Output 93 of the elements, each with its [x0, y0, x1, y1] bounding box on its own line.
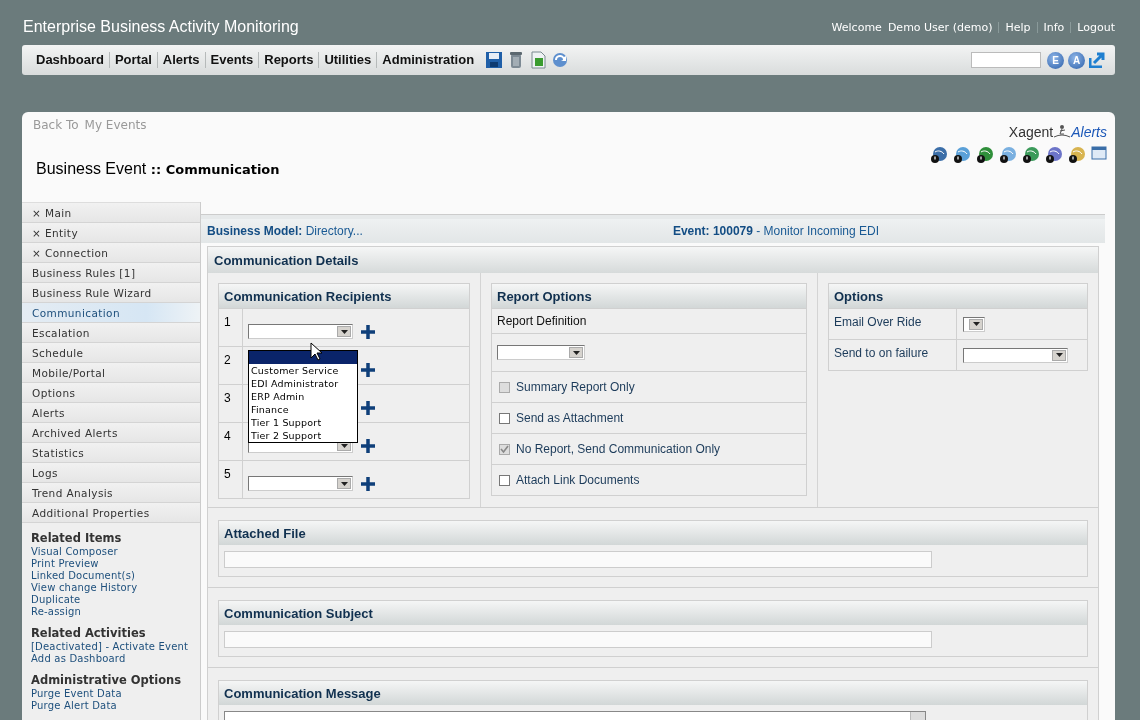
business-model-text: Business Model: Directory...: [207, 224, 363, 238]
panel-header: Report Options: [492, 284, 806, 308]
user-name: Demo User (demo): [887, 20, 993, 34]
sidebar-link[interactable]: Add as Dashboard: [31, 653, 126, 665]
event-text: Event: 100079 - Monitor Incoming EDI: [672, 224, 879, 238]
sidebar-link[interactable]: Purge Event Data: [31, 688, 122, 700]
panel-header: Communication Message: [219, 681, 1087, 705]
refresh-icon[interactable]: [551, 51, 570, 69]
section-heading: Administrative Options: [31, 673, 183, 687]
checkbox-label: Attach Link Documents: [516, 473, 640, 487]
plus-icon[interactable]: [361, 362, 375, 377]
dropdown-option[interactable]: Tier 2 Support: [249, 429, 357, 442]
field-label: Email Over Ride: [829, 309, 957, 339]
caret-icon: [969, 318, 983, 330]
section-header: Communication Details: [208, 247, 1098, 273]
plus-icon[interactable]: [361, 438, 375, 453]
field-label: Report Definition: [492, 308, 806, 333]
text-field[interactable]: [224, 631, 932, 648]
caret-icon: [337, 478, 351, 489]
dropdown-field[interactable]: [497, 345, 585, 360]
globe-alert-icon[interactable]: [1022, 146, 1041, 164]
field-label: Send to on failure: [829, 340, 957, 370]
dropdown-field[interactable]: [963, 316, 985, 332]
export-icon[interactable]: [1089, 52, 1105, 68]
dropdown-field[interactable]: [248, 476, 353, 491]
window-icon[interactable]: [1091, 146, 1107, 160]
row-number: 4: [219, 423, 243, 460]
sidebar-link[interactable]: Purge Alert Data: [31, 700, 117, 712]
caret-icon: [569, 347, 583, 358]
search-field[interactable]: [971, 52, 1041, 68]
welcome-text: Welcome: [831, 20, 882, 34]
logo-text: Alerts: [1071, 124, 1107, 140]
checkbox-label: Send as Attachment: [516, 411, 624, 425]
sidebar-item[interactable]: Communication: [22, 303, 200, 323]
row-number: 5: [219, 461, 243, 498]
dropdown-field[interactable]: [248, 324, 353, 339]
globe-alert-icon[interactable]: [976, 146, 995, 164]
panel-header: Options: [829, 284, 1087, 308]
dropdown-field[interactable]: [963, 347, 1068, 363]
dropdown-option[interactable]: ERP Admin: [249, 390, 357, 403]
row-number: 1: [219, 309, 243, 346]
sidebar-link[interactable]: Re-assign: [31, 606, 82, 618]
panel-header: Communication Subject: [219, 601, 1087, 625]
row-number: 3: [219, 385, 243, 422]
header-link[interactable]: Help: [1005, 20, 1031, 34]
save-icon[interactable]: [485, 51, 504, 69]
menu-item[interactable]: Events: [204, 52, 259, 68]
checkbox-label: Summary Report Only: [516, 380, 635, 394]
checkbox[interactable]: [499, 412, 510, 424]
page-subtitle: :: Communication: [150, 162, 280, 177]
globe-alert-icon[interactable]: [1045, 146, 1064, 164]
sidebar-link[interactable]: Print Preview: [31, 558, 99, 570]
dropdown-option[interactable]: Finance: [249, 403, 357, 416]
dropdown-option[interactable]: Customer Service: [249, 364, 357, 377]
surfer-icon: [1053, 124, 1072, 140]
header-link[interactable]: Logout: [1077, 20, 1115, 34]
globe-alert-icon[interactable]: [953, 146, 972, 164]
plus-icon[interactable]: [361, 476, 375, 491]
text-field[interactable]: [224, 551, 932, 568]
plus-icon[interactable]: [361, 400, 375, 415]
caret-icon: [1052, 349, 1066, 361]
page-title: Business Event: [36, 160, 147, 177]
sidebar-link[interactable]: Visual Composer: [31, 546, 118, 558]
menu-item[interactable]: Portal: [108, 52, 157, 68]
sidebar-link[interactable]: Linked Document(s): [31, 570, 136, 582]
section-heading: Related Items: [31, 531, 123, 545]
checkbox[interactable]: [499, 474, 510, 486]
dropdown-option[interactable]: EDI Administrator: [249, 377, 357, 390]
section-heading: Related Activities: [31, 626, 147, 640]
row-number: 2: [219, 347, 243, 384]
sidebar-link[interactable]: Duplicate: [31, 594, 81, 606]
plus-icon[interactable]: [361, 324, 375, 339]
globe-alert-icon[interactable]: [930, 146, 949, 164]
sidebar-link[interactable]: View change History: [31, 582, 138, 594]
caret-icon: [337, 326, 351, 337]
logo-text: Xagent: [1008, 124, 1054, 140]
menu-item[interactable]: Utilities: [318, 52, 377, 68]
dropdown-option[interactable]: [249, 351, 357, 364]
back-label: Back To: [33, 118, 79, 132]
panel-header: Communication Recipients: [219, 284, 469, 308]
globe-alert-icon[interactable]: [999, 146, 1018, 164]
panel-header: Attached File: [219, 521, 1087, 545]
menu-item[interactable]: Reports: [258, 52, 319, 68]
header-link[interactable]: Info: [1043, 20, 1065, 34]
checkbox-label: No Report, Send Communication Only: [516, 442, 721, 456]
document-icon[interactable]: [529, 51, 548, 69]
sidebar-link[interactable]: [Deactivated] - Activate Event: [31, 641, 189, 653]
app-title: Enterprise Business Activity Monitoring: [23, 18, 299, 36]
globe-alert-icon[interactable]: [1068, 146, 1087, 164]
dropdown-option[interactable]: Tier 1 Support: [249, 416, 357, 429]
menu-item[interactable]: Dashboard: [30, 52, 109, 68]
menu-item[interactable]: Administration: [376, 52, 480, 68]
menu-item[interactable]: Alerts: [156, 52, 205, 68]
